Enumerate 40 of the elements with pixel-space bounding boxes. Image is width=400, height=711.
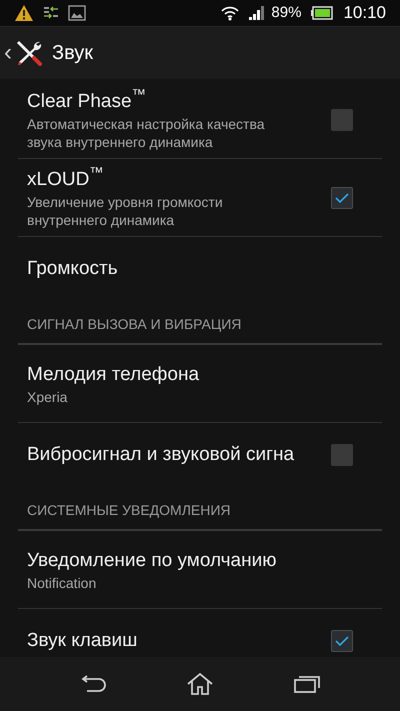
section-header: СИСТЕМНЫЕ УВЕДОМЛЕНИЯ (27, 502, 231, 518)
setting-title: Мелодия телефона (27, 362, 200, 386)
checkmark-icon (335, 636, 349, 646)
checkbox[interactable] (331, 630, 353, 652)
signal-icon (249, 6, 266, 20)
checkbox[interactable] (331, 186, 353, 208)
setting-summary: Notification (27, 574, 98, 592)
settings-row[interactable]: Громкость (18, 237, 382, 301)
settings-row[interactable]: Мелодия телефона Xperia (18, 345, 382, 423)
checkbox[interactable] (331, 444, 353, 466)
setting-title: Уведомление по умолчанию (27, 548, 278, 572)
wifi-icon (221, 5, 240, 21)
setting-title: Вибросигнал и звуковой сигна (27, 443, 296, 467)
back-icon[interactable] (79, 675, 108, 693)
clock: 10:10 (343, 2, 386, 24)
setting-title: Clear Phase$^{™}$ (27, 88, 147, 114)
settings-row[interactable]: xLOUD$^{™}$ Увеличение уровня громкости внутреннего динамика (18, 159, 382, 237)
data-transfer-icon (44, 6, 58, 20)
setting-summary: Автоматическая настройка качества звука внутреннего динамика (27, 114, 266, 150)
battery-icon (311, 6, 334, 20)
setting-title: xLOUD$^{™}$ (27, 166, 105, 192)
setting-summary: Увеличение уровня громкости внутреннего динамика (27, 192, 224, 228)
setting-summary: Xperia (27, 388, 68, 406)
section-header: СИГНАЛ ВЫЗОВА И ВИБРАЦИЯ (27, 316, 242, 332)
battery-percent: 89% (271, 2, 302, 23)
recent-apps-icon[interactable] (292, 674, 321, 694)
settings-row[interactable]: Звук клавиш (18, 609, 382, 657)
settings-row[interactable]: Уведомление по умолчанию Notification (18, 531, 382, 609)
home-icon[interactable] (186, 672, 214, 696)
settings-row[interactable]: Clear Phase$^{™}$ Автоматическая настройка качества звука внутреннего динамика (18, 81, 382, 159)
image-icon (68, 5, 86, 21)
settings-row[interactable]: Вибросигнал и звуковой сигна (18, 423, 382, 487)
setting-title: Звук клавиш (27, 629, 138, 653)
screen-title: Звук (52, 41, 94, 66)
setting-title: Громкость (27, 257, 119, 281)
checkbox[interactable] (331, 108, 353, 130)
back-caret[interactable]: ‹ (4, 41, 12, 65)
wrench-screwdriver-icon (14, 38, 44, 68)
checkmark-icon (335, 192, 349, 202)
warning-icon (14, 4, 34, 22)
